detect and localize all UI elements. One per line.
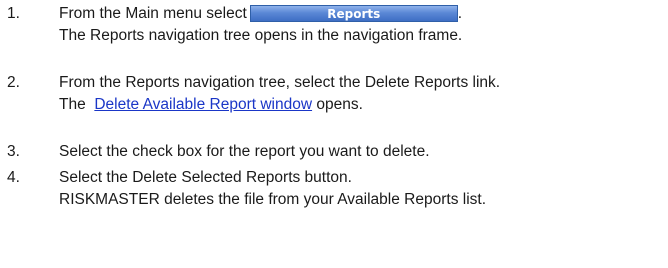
step-1: 1. From the Main menu select Reports. The… (0, 3, 668, 47)
step-punctuation: . (457, 5, 463, 22)
reports-menu-button[interactable]: Reports (249, 5, 458, 22)
step-instruction: Select the Delete Selected Reports butto… (59, 169, 352, 186)
step-number: 3. (7, 143, 20, 160)
step-number: 1. (7, 5, 20, 22)
step-result-prefix: The (59, 96, 86, 113)
step-3: 3. Select the check box for the report y… (0, 141, 668, 163)
step-instruction: From the Reports navigation tree, select… (59, 74, 501, 91)
step-number: 4. (7, 169, 20, 186)
step-result-suffix: opens. (316, 96, 363, 113)
step-result: RISKMASTER deletes the file from your Av… (59, 191, 486, 208)
step-2: 2. From the Reports navigation tree, sel… (0, 72, 668, 116)
step-4: 4. Select the Delete Selected Reports bu… (0, 167, 668, 211)
step-number: 2. (7, 74, 20, 91)
delete-available-report-link[interactable]: Delete Available Report window (94, 96, 312, 113)
step-instruction: Select the check box for the report you … (59, 143, 430, 160)
step-instruction: From the Main menu select (59, 5, 247, 22)
step-result: The Reports navigation tree opens in the… (59, 27, 463, 44)
